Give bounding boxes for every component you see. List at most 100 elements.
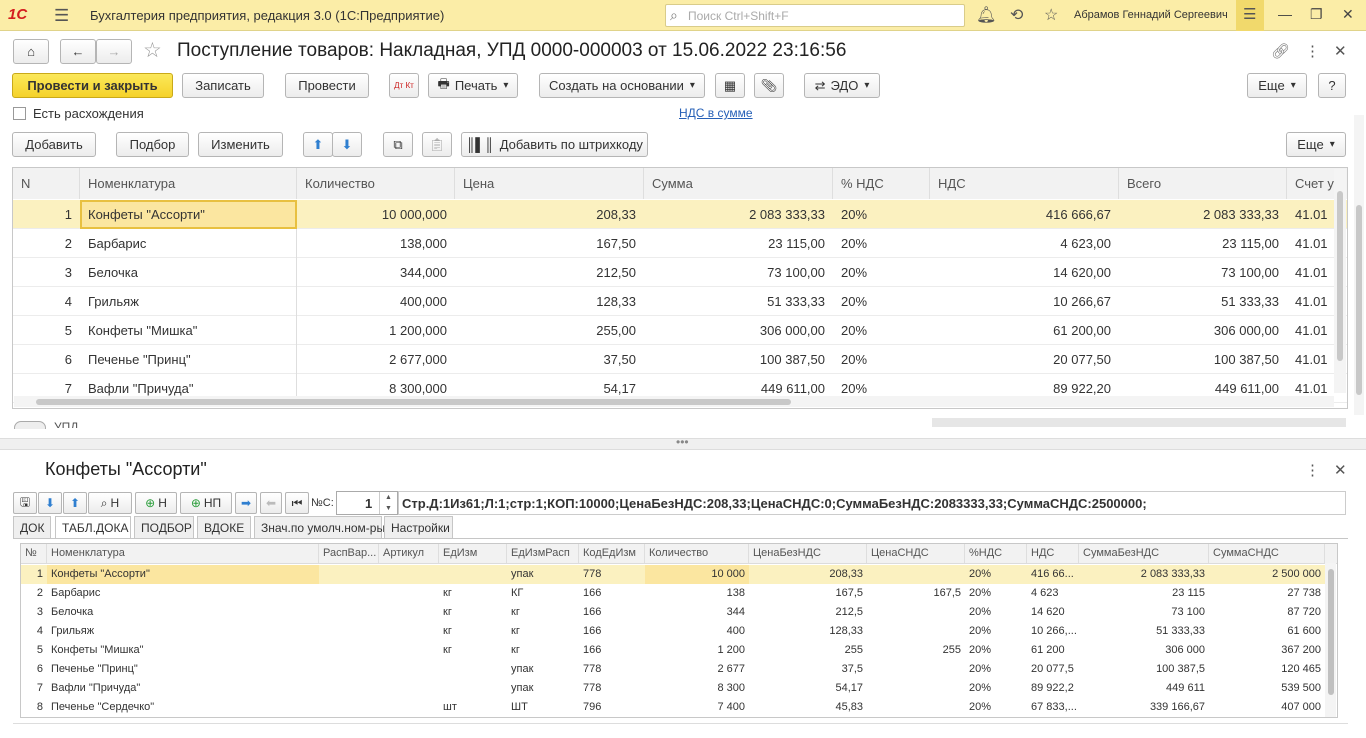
favorite-star-icon[interactable]: ☆ bbox=[143, 38, 162, 63]
list-cell[interactable]: 167,5 bbox=[867, 584, 965, 603]
vat-link[interactable]: НДС в сумме bbox=[679, 106, 753, 120]
move-down-button[interactable]: ⬇ bbox=[332, 132, 362, 157]
table-cell[interactable]: 416 666,67 bbox=[930, 200, 1119, 229]
forward-button[interactable]: → bbox=[96, 39, 132, 64]
list-cell[interactable] bbox=[379, 622, 439, 641]
tab-4[interactable]: Знач.по умолч.ном-ры bbox=[254, 516, 385, 538]
table-row[interactable]: 4 Грильяж 400,000 128,33 51 333,33 20% 10 266,… bbox=[13, 287, 1347, 316]
edo-button[interactable]: ⇄ ЭДО bbox=[804, 73, 880, 98]
table-cell[interactable]: 2 083 333,33 bbox=[644, 200, 833, 229]
list-cell[interactable] bbox=[319, 622, 379, 641]
doc-lines-col-header[interactable]: РаспВар... bbox=[319, 544, 379, 563]
table-cell[interactable]: 51 333,33 bbox=[644, 287, 833, 316]
list-cell[interactable]: 10 266,... bbox=[1027, 622, 1079, 641]
first-button[interactable]: ⏮ bbox=[285, 492, 309, 514]
list-cell[interactable]: 255 bbox=[867, 641, 965, 660]
table-cell[interactable]: 20% bbox=[833, 258, 930, 287]
add-row-button[interactable]: Добавить bbox=[12, 132, 96, 157]
list-cell[interactable]: 10 000 bbox=[645, 565, 749, 584]
list-cell[interactable]: 2 500 000 bbox=[1209, 565, 1325, 584]
post-button[interactable]: Провести bbox=[285, 73, 369, 98]
list-cell[interactable]: Барбарис bbox=[47, 584, 319, 603]
structure-button[interactable]: ▦ bbox=[715, 73, 745, 98]
list-cell[interactable]: 20% bbox=[965, 679, 1027, 698]
pick-button[interactable]: Подбор bbox=[116, 132, 189, 157]
list-cell[interactable]: 796 bbox=[579, 698, 645, 717]
goods-col-header[interactable]: Цена bbox=[455, 168, 644, 199]
list-item[interactable]: 4 Грильяж кг кг 166 400 128,33 20% 10 266,... 51 … bbox=[21, 622, 1325, 641]
list-cell[interactable]: Печенье "Принц" bbox=[47, 660, 319, 679]
table-cell[interactable]: 23 115,00 bbox=[1119, 229, 1287, 258]
list-cell[interactable]: 138 bbox=[645, 584, 749, 603]
table-cell[interactable]: Барбарис bbox=[80, 229, 297, 258]
list-item[interactable]: 8 Печенье "Сердечко" шт ШТ 796 7 400 45,83 20% 6… bbox=[21, 698, 1325, 717]
table-cell[interactable]: 10 000,000 bbox=[297, 200, 455, 229]
list-cell[interactable]: шт bbox=[439, 698, 507, 717]
list-cell[interactable]: 14 620 bbox=[1027, 603, 1079, 622]
list-cell[interactable]: 778 bbox=[579, 565, 645, 584]
list-cell[interactable] bbox=[319, 698, 379, 717]
list-cell[interactable] bbox=[439, 565, 507, 584]
copy-row-button[interactable]: ⧉ bbox=[383, 132, 413, 157]
list-cell[interactable]: 8 300 bbox=[645, 679, 749, 698]
table-row[interactable]: 6 Печенье "Принц" 2 677,000 37,50 100 387,50… bbox=[13, 345, 1347, 374]
doc-lines-col-header[interactable]: ЕдИзм bbox=[439, 544, 507, 563]
list-cell[interactable]: 20% bbox=[965, 641, 1027, 660]
list-cell[interactable]: 208,33 bbox=[749, 565, 867, 584]
list-item[interactable]: 3 Белочка кг кг 166 344 212,5 20% 14 620 73 100 87… bbox=[21, 603, 1325, 622]
add-np-button[interactable]: ⊕ НП bbox=[180, 492, 232, 514]
list-cell[interactable] bbox=[439, 679, 507, 698]
list-cell[interactable]: 51 333,33 bbox=[1079, 622, 1209, 641]
home-button[interactable]: ⌂ bbox=[13, 39, 49, 64]
table-cell[interactable]: Конфеты "Мишка" bbox=[80, 316, 297, 345]
list-cell[interactable]: 255 bbox=[749, 641, 867, 660]
table-row[interactable]: 1 Конфеты "Ассорти" 10 000,000 208,33 2 083 … bbox=[13, 200, 1347, 229]
table-cell[interactable]: 208,33 bbox=[455, 200, 644, 229]
table-cell[interactable]: 6 bbox=[13, 345, 80, 374]
list-cell[interactable]: 2 bbox=[21, 584, 47, 603]
goods-col-header[interactable]: Номенклатура bbox=[80, 168, 297, 199]
list-cell[interactable] bbox=[379, 641, 439, 660]
table-more-button[interactable]: Еще bbox=[1286, 132, 1346, 157]
favorites-star-icon[interactable]: ☆ bbox=[1044, 5, 1058, 25]
form-vscroll-thumb[interactable] bbox=[1356, 205, 1362, 395]
list-cell[interactable] bbox=[379, 584, 439, 603]
table-cell[interactable]: 37,50 bbox=[455, 345, 644, 374]
list-cell[interactable] bbox=[319, 641, 379, 660]
table-cell[interactable]: 4 bbox=[13, 287, 80, 316]
doc-lines-vscroll[interactable] bbox=[1325, 563, 1336, 717]
list-cell[interactable] bbox=[319, 603, 379, 622]
list-cell[interactable]: кг bbox=[439, 584, 507, 603]
list-cell[interactable]: 3 bbox=[21, 603, 47, 622]
paste-button[interactable]: 📋︎ bbox=[422, 132, 452, 157]
table-cell[interactable]: 20% bbox=[833, 316, 930, 345]
list-cell[interactable] bbox=[379, 660, 439, 679]
table-cell[interactable]: 2 bbox=[13, 229, 80, 258]
list-cell[interactable]: Вафли "Причуда" bbox=[47, 679, 319, 698]
history-icon[interactable]: ⟲ bbox=[1010, 5, 1023, 25]
doc-lines-col-header[interactable]: Количество bbox=[645, 544, 749, 563]
list-cell[interactable] bbox=[867, 603, 965, 622]
more-vertical-icon[interactable]: ⋮ bbox=[1305, 42, 1320, 60]
create-based-on-button[interactable]: Создать на основании bbox=[539, 73, 705, 98]
bottom-up-button[interactable]: ⬆ bbox=[63, 492, 87, 514]
tab-5[interactable]: Настройки bbox=[384, 516, 453, 538]
table-cell[interactable]: 128,33 bbox=[455, 287, 644, 316]
table-cell[interactable]: 20 077,50 bbox=[930, 345, 1119, 374]
list-cell[interactable]: 8 bbox=[21, 698, 47, 717]
table-cell[interactable]: 61 200,00 bbox=[930, 316, 1119, 345]
list-cell[interactable]: КГ bbox=[507, 584, 579, 603]
list-cell[interactable]: 4 623 bbox=[1027, 584, 1079, 603]
restore-icon[interactable]: ❐ bbox=[1310, 6, 1323, 23]
list-cell[interactable]: 61 200 bbox=[1027, 641, 1079, 660]
main-menu-icon[interactable]: ☰ bbox=[54, 6, 69, 26]
bottom-save-button[interactable]: 🖫︎ bbox=[13, 492, 37, 514]
list-cell[interactable]: 778 bbox=[579, 660, 645, 679]
doc-lines-col-header[interactable]: СуммаСНДС bbox=[1209, 544, 1325, 563]
save-button[interactable]: Записать bbox=[182, 73, 264, 98]
list-cell[interactable]: 166 bbox=[579, 584, 645, 603]
goods-col-header[interactable]: Всего bbox=[1119, 168, 1287, 199]
list-cell[interactable]: 6 bbox=[21, 660, 47, 679]
goods-table-vscroll-thumb[interactable] bbox=[1337, 191, 1343, 361]
list-cell[interactable]: упак bbox=[507, 679, 579, 698]
